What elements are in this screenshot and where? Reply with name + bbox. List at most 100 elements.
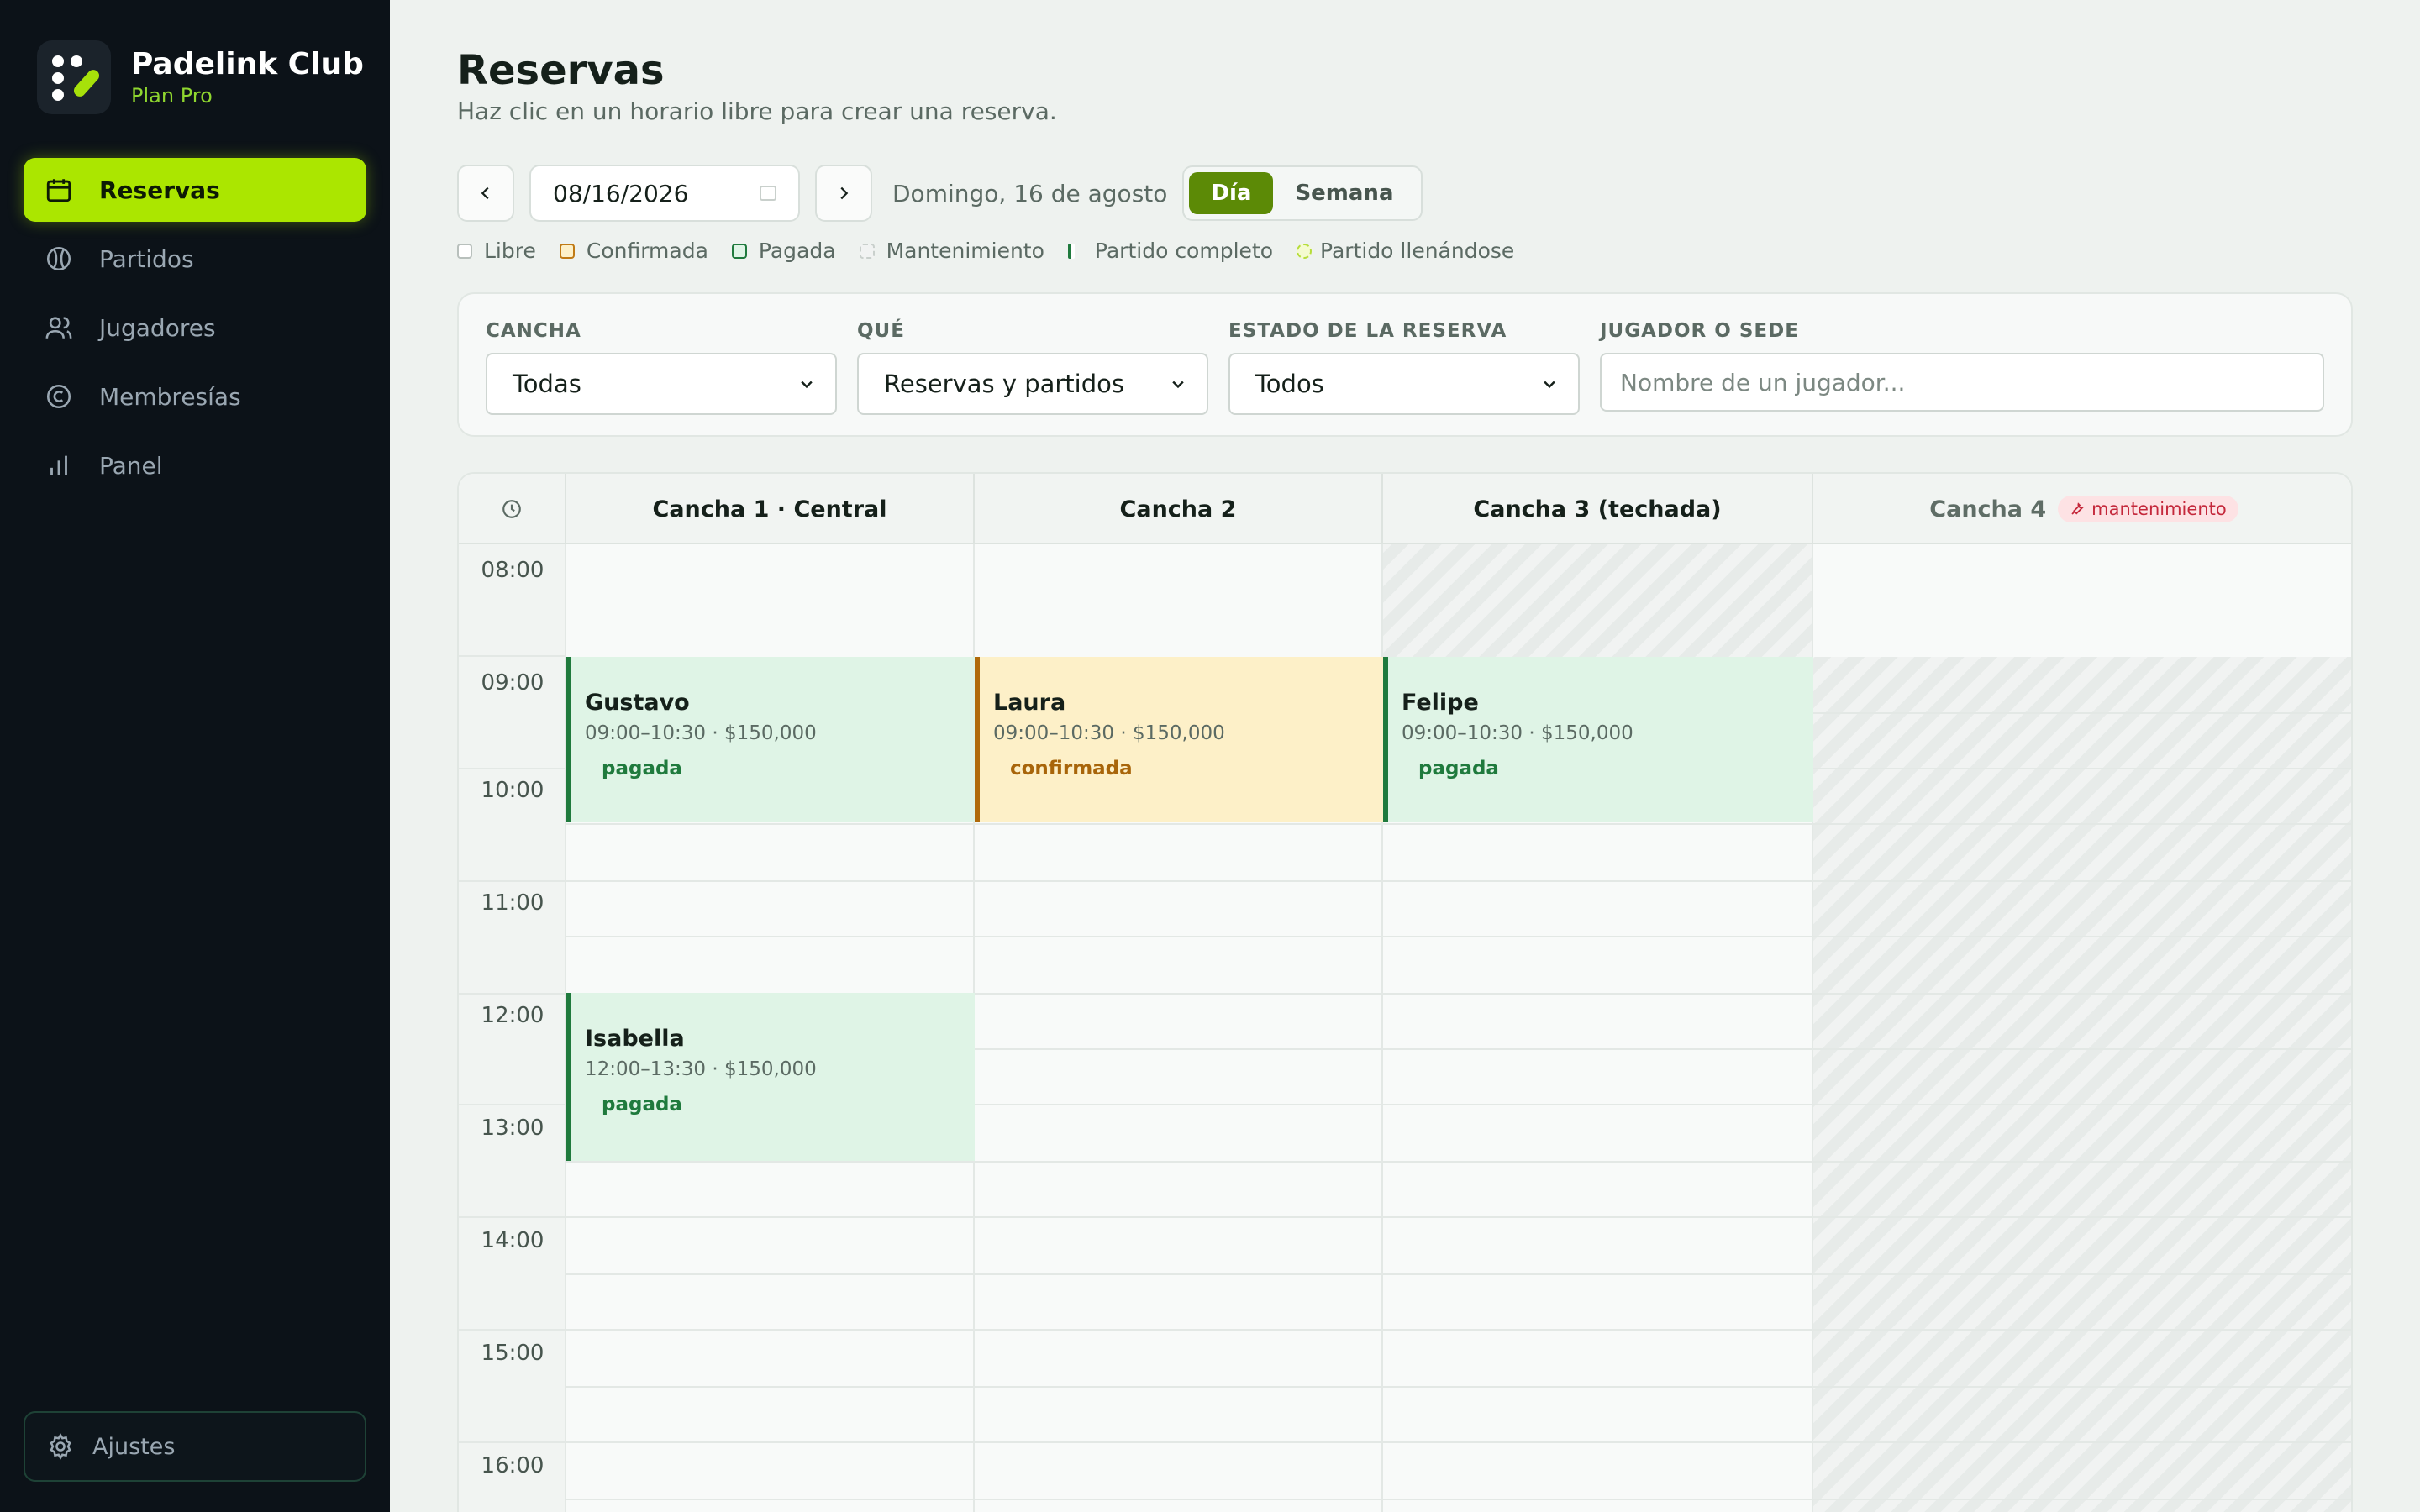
previous-day-button[interactable] — [457, 165, 514, 222]
coin-icon — [44, 381, 74, 412]
legend-item-mantenimiento: Mantenimiento — [859, 239, 1044, 263]
sidebar-item-label: Reservas — [99, 176, 220, 204]
booking-player: Isabella — [585, 1026, 685, 1052]
wrench-icon — [2071, 502, 2086, 515]
time-label: 10:00 — [481, 778, 544, 803]
legend-item-libre: Libre — [457, 239, 536, 263]
filter-status-label: ESTADO DE LA RESERVA — [1228, 320, 1507, 342]
booking-player: Felipe — [1402, 690, 1479, 716]
booking-status: pagada — [602, 1094, 682, 1116]
booking-player: Gustavo — [585, 690, 690, 716]
users-icon — [44, 312, 74, 343]
ball-icon — [44, 244, 74, 274]
sidebar: Padelink Club Plan Pro Reservas Partidos… — [0, 0, 390, 1512]
filter-what: QUÉ Reservas y partidos — [857, 319, 1208, 415]
legend-item-pagada: Pagada — [731, 239, 836, 263]
sidebar-item-label: Partidos — [99, 244, 194, 273]
next-day-button[interactable] — [815, 165, 872, 222]
booking-status: pagada — [1418, 758, 1499, 780]
chevron-down-icon — [801, 381, 813, 389]
legend-swatch — [859, 243, 875, 259]
clock-icon — [502, 500, 521, 518]
legend-item-partido-llenandose: Partido llenándose — [1297, 239, 1514, 263]
time-label: 14:00 — [481, 1228, 544, 1253]
sidebar-nav: Reservas Partidos Jugadores Membresías P… — [24, 158, 366, 502]
chevron-left-icon — [481, 186, 489, 200]
court-header-4: Cancha 4 mantenimiento — [1813, 474, 2351, 544]
booking-card[interactable]: Felipe 09:00–10:30 · $150,000 pagada — [1383, 657, 1813, 822]
sidebar-item-label: Membresías — [99, 382, 241, 411]
what-select-value: Reservas y partidos — [884, 370, 1124, 398]
booking-details: 12:00–13:30 · $150,000 — [585, 1058, 817, 1080]
court-column-4 — [1813, 544, 2351, 1512]
legend-swatch — [1297, 243, 1313, 259]
filter-court: CANCHA Todas — [486, 319, 837, 415]
booking-player: Laura — [993, 690, 1066, 716]
gear-icon — [45, 1431, 76, 1462]
brand[interactable]: Padelink Club Plan Pro — [37, 40, 364, 114]
filter-court-label: CANCHA — [486, 320, 581, 342]
view-week-button[interactable]: Semana — [1273, 172, 1415, 214]
time-label: 16:00 — [481, 1453, 544, 1478]
sidebar-item-reservas[interactable]: Reservas — [24, 158, 366, 222]
court-select-value: Todas — [513, 370, 581, 398]
sidebar-item-label: Panel — [99, 451, 163, 480]
date-input[interactable]: 08/16/2026 — [529, 165, 800, 222]
court-header-4-name: Cancha 4 — [1929, 496, 2047, 522]
court-header-1: Cancha 1 · Central — [566, 474, 975, 544]
legend-label: Partido completo — [1094, 239, 1274, 263]
booking-card[interactable]: Laura 09:00–10:30 · $150,000 confirmada — [975, 657, 1383, 822]
sidebar-item-partidos[interactable]: Partidos — [24, 227, 366, 291]
court-select[interactable]: Todas — [486, 353, 837, 415]
legend-swatch — [1067, 243, 1075, 259]
maintenance-badge-label: mantenimiento — [2091, 499, 2227, 519]
maintenance-badge: mantenimiento — [2058, 496, 2238, 522]
time-label: 12:00 — [481, 1003, 544, 1028]
time-label: 09:00 — [481, 670, 544, 696]
chevron-down-icon — [1172, 381, 1184, 389]
chevron-down-icon — [1544, 381, 1555, 389]
legend-label: Partido llenándose — [1320, 239, 1515, 263]
filter-search-label: JUGADOR O SEDE — [1600, 320, 1799, 342]
settings-button[interactable]: Ajustes — [24, 1411, 366, 1482]
chevron-right-icon — [840, 186, 849, 200]
calendar-icon — [44, 175, 74, 205]
date-toolbar: 08/16/2026 Domingo, 16 de agosto Día Sem… — [457, 165, 1423, 222]
player-search-input[interactable] — [1600, 353, 2324, 412]
court-3-blocked-slot — [1383, 544, 1812, 657]
booking-card[interactable]: Isabella 12:00–13:30 · $150,000 pagada — [566, 993, 975, 1161]
booking-details: 09:00–10:30 · $150,000 — [1402, 722, 1634, 744]
legend-item-confirmada: Confirmada — [559, 239, 708, 263]
page-subtitle: Haz clic en un horario libre para crear … — [457, 97, 1057, 125]
schedule-header: Cancha 1 · Central Cancha 2 Cancha 3 (te… — [459, 474, 2351, 544]
status-select[interactable]: Todos — [1228, 353, 1580, 415]
status-select-value: Todos — [1255, 370, 1324, 398]
time-label: 13:00 — [481, 1116, 544, 1141]
legend-label: Libre — [484, 239, 536, 263]
view-day-button[interactable]: Día — [1189, 172, 1274, 214]
sidebar-item-label: Jugadores — [99, 313, 216, 342]
legend-item-partido-completo: Partido completo — [1067, 239, 1274, 263]
sidebar-item-membresias[interactable]: Membresías — [24, 365, 366, 428]
court-header-3: Cancha 3 (techada) — [1383, 474, 1813, 544]
filters-panel: CANCHA Todas QUÉ Reservas y partidos EST… — [457, 292, 2353, 437]
booking-card[interactable]: Gustavo 09:00–10:30 · $150,000 pagada — [566, 657, 975, 822]
time-column-header — [459, 474, 566, 544]
booking-details: 09:00–10:30 · $150,000 — [585, 722, 817, 744]
legend: Libre Confirmada Pagada Mantenimiento Pa… — [457, 239, 1538, 263]
legend-swatch — [731, 243, 747, 259]
legend-label: Pagada — [758, 239, 836, 263]
booking-status: pagada — [602, 758, 682, 780]
settings-label: Ajustes — [92, 1433, 176, 1460]
sidebar-item-panel[interactable]: Panel — [24, 433, 366, 497]
court-header-2: Cancha 2 — [975, 474, 1383, 544]
what-select[interactable]: Reservas y partidos — [857, 353, 1208, 415]
filter-search: JUGADOR O SEDE — [1600, 319, 2324, 412]
filter-status: ESTADO DE LA RESERVA Todos — [1228, 319, 1580, 415]
date-value: 08/16/2026 — [553, 179, 689, 207]
legend-swatch — [457, 243, 472, 259]
calendar-picker-icon[interactable] — [760, 186, 776, 201]
sidebar-item-jugadores[interactable]: Jugadores — [24, 296, 366, 360]
brand-name: Padelink Club — [131, 47, 364, 81]
booking-status: confirmada — [1010, 758, 1133, 780]
